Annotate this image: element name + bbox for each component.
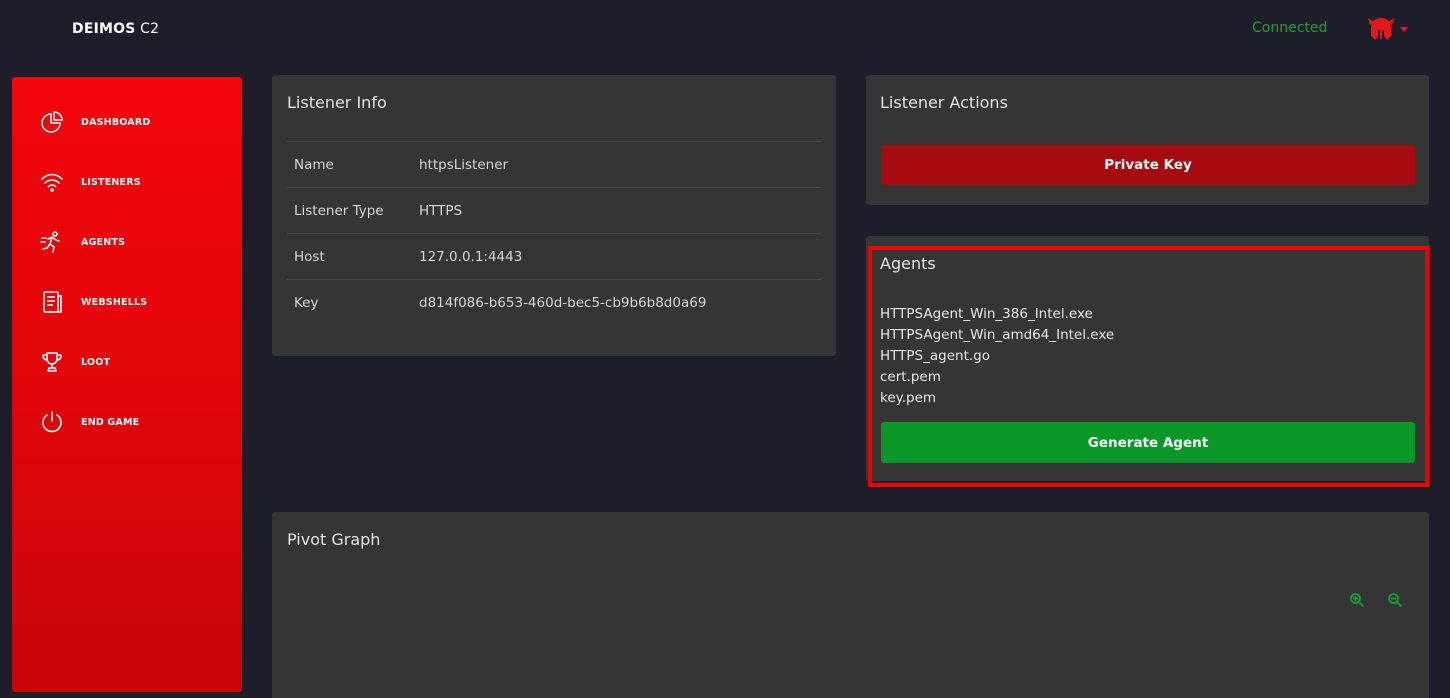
row-key: Key bbox=[287, 279, 419, 326]
table-row: Key d814f086-b653-460d-bec5-cb9b6b8d0a69 bbox=[287, 279, 821, 326]
sidebar-item-agents[interactable]: AGENTS bbox=[40, 228, 230, 256]
agent-file-list: HTTPSAgent_Win_386_Intel.exe HTTPSAgent_… bbox=[880, 304, 1114, 409]
sidebar-item-label: END GAME bbox=[81, 416, 140, 428]
sidebar-item-dashboard[interactable]: DASHBOARD bbox=[40, 108, 230, 136]
listener-info-card: Listener Info Name httpsListener Listene… bbox=[272, 75, 836, 356]
brand-suffix: C2 bbox=[135, 21, 160, 37]
row-value: HTTPS bbox=[419, 187, 821, 234]
row-key: Listener Type bbox=[287, 187, 419, 234]
brand-logo[interactable]: DEIMOS C2 bbox=[72, 21, 159, 37]
power-icon bbox=[42, 411, 62, 433]
document-icon bbox=[43, 291, 62, 313]
row-key: Name bbox=[287, 141, 419, 188]
table-row: Host 127.0.0.1:4443 bbox=[287, 233, 821, 280]
sidebar-item-label: LOOT bbox=[81, 356, 111, 368]
spartan-helmet-icon[interactable] bbox=[1366, 16, 1396, 42]
brand-name: DEIMOS bbox=[72, 21, 136, 37]
row-value: httpsListener bbox=[419, 141, 821, 188]
sidebar-item-label: DASHBOARD bbox=[81, 116, 151, 128]
card-title: Agents bbox=[880, 254, 936, 273]
sidebar-item-label: WEBSHELLS bbox=[81, 296, 148, 308]
listener-info-table: Name httpsListener Listener Type HTTPS H… bbox=[287, 141, 821, 326]
table-row: Name httpsListener bbox=[287, 141, 821, 188]
sidebar-item-end-game[interactable]: END GAME bbox=[40, 408, 230, 436]
row-key: Host bbox=[287, 233, 419, 280]
sidebar: DASHBOARD LISTENERS AGENTS WEBSHELLS LOO… bbox=[12, 77, 242, 692]
agent-file-link[interactable]: key.pem bbox=[880, 388, 1114, 409]
sidebar-item-webshells[interactable]: WEBSHELLS bbox=[40, 288, 230, 316]
row-value: 127.0.0.1:4443 bbox=[419, 233, 821, 280]
card-title: Pivot Graph bbox=[287, 530, 381, 549]
connection-status: Connected bbox=[1252, 20, 1328, 36]
pie-chart-icon bbox=[41, 111, 63, 133]
pivot-graph-card: Pivot Graph bbox=[272, 512, 1429, 698]
sidebar-item-label: AGENTS bbox=[81, 236, 126, 248]
wifi-icon bbox=[41, 173, 63, 192]
chevron-down-icon[interactable] bbox=[1400, 27, 1408, 32]
sidebar-item-listeners[interactable]: LISTENERS bbox=[40, 168, 230, 196]
private-key-button[interactable]: Private Key bbox=[881, 145, 1415, 185]
sidebar-item-label: LISTENERS bbox=[81, 176, 141, 188]
agent-file-link[interactable]: HTTPSAgent_Win_386_Intel.exe bbox=[880, 304, 1114, 325]
generate-agent-button[interactable]: Generate Agent bbox=[881, 422, 1415, 463]
agent-file-link[interactable]: HTTPS_agent.go bbox=[880, 346, 1114, 367]
zoom-in-icon[interactable] bbox=[1349, 592, 1365, 608]
table-row: Listener Type HTTPS bbox=[287, 187, 821, 234]
running-person-icon bbox=[40, 231, 60, 253]
agent-file-link[interactable]: cert.pem bbox=[880, 367, 1114, 388]
row-value: d814f086-b653-460d-bec5-cb9b6b8d0a69 bbox=[419, 279, 821, 326]
sidebar-item-loot[interactable]: LOOT bbox=[40, 348, 230, 376]
agent-file-link[interactable]: HTTPSAgent_Win_amd64_Intel.exe bbox=[880, 325, 1114, 346]
agents-card: Agents HTTPSAgent_Win_386_Intel.exe HTTP… bbox=[866, 236, 1429, 481]
top-bar: DEIMOS C2 Connected bbox=[0, 0, 1450, 62]
zoom-out-icon[interactable] bbox=[1387, 592, 1403, 608]
trophy-icon bbox=[42, 352, 62, 372]
listener-actions-card: Listener Actions Private Key bbox=[866, 75, 1429, 205]
card-title: Listener Actions bbox=[880, 93, 1008, 112]
card-title: Listener Info bbox=[287, 93, 387, 112]
